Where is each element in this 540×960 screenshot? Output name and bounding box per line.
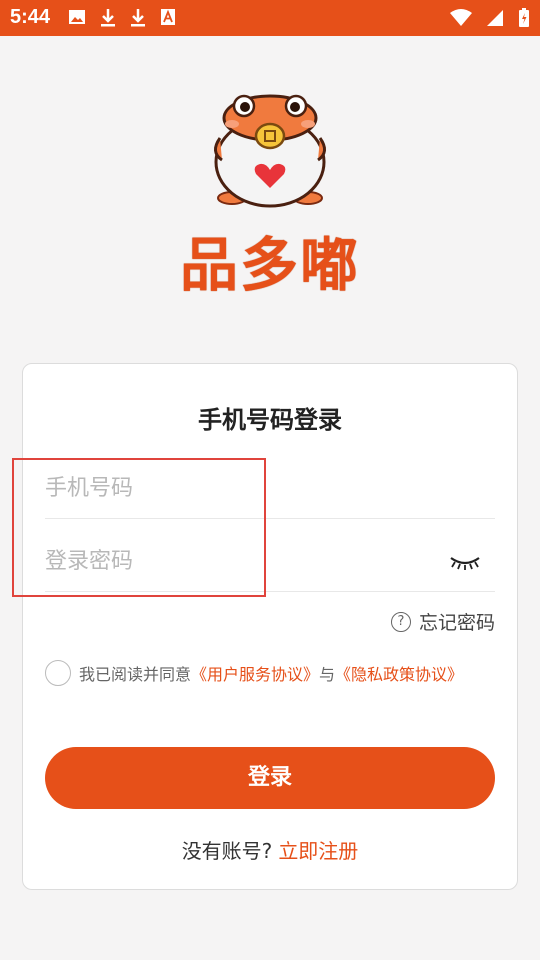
highlight-box — [12, 458, 266, 597]
page-title: 手机号码登录 — [198, 406, 342, 434]
forgot-password-label: 忘记密码 — [418, 612, 495, 634]
eye-closed-icon[interactable] — [449, 552, 481, 572]
image-icon — [68, 8, 86, 32]
register-link[interactable]: 立即注册 — [278, 839, 358, 863]
user-agreement-link[interactable]: 《用户服务协议》 — [191, 661, 319, 685]
status-bar: 5:44 — [0, 0, 540, 36]
agreement-row: 我已阅读并同意 《用户服务协议》 与 《隐私政策协议》 — [45, 660, 463, 686]
help-icon: ? — [390, 611, 411, 632]
download-icon — [100, 8, 116, 32]
login-card: 手机号码登录 ? 忘记密码 我已阅读并同意 《用户服务协议》 与 《隐私政策协议… — [22, 363, 518, 890]
forgot-password-link[interactable]: ? 忘记密码 — [390, 608, 495, 635]
login-button[interactable]: 登录 — [45, 747, 495, 809]
status-time: 5:44 — [10, 6, 51, 28]
download-icon — [130, 8, 146, 32]
font-icon — [160, 8, 176, 32]
register-row: 没有账号? 立即注册 — [23, 835, 517, 864]
agreement-and: 与 — [319, 665, 336, 684]
privacy-policy-link[interactable]: 《隐私政策协议》 — [335, 661, 463, 685]
agreement-checkbox[interactable] — [45, 660, 71, 686]
no-account-label: 没有账号? — [181, 839, 273, 863]
wifi-icon — [450, 9, 472, 31]
agreement-prefix: 我已阅读并同意 — [79, 665, 192, 684]
signal-icon — [486, 9, 504, 31]
brand-name: 品多嘟 — [179, 231, 360, 299]
battery-icon — [518, 8, 530, 32]
